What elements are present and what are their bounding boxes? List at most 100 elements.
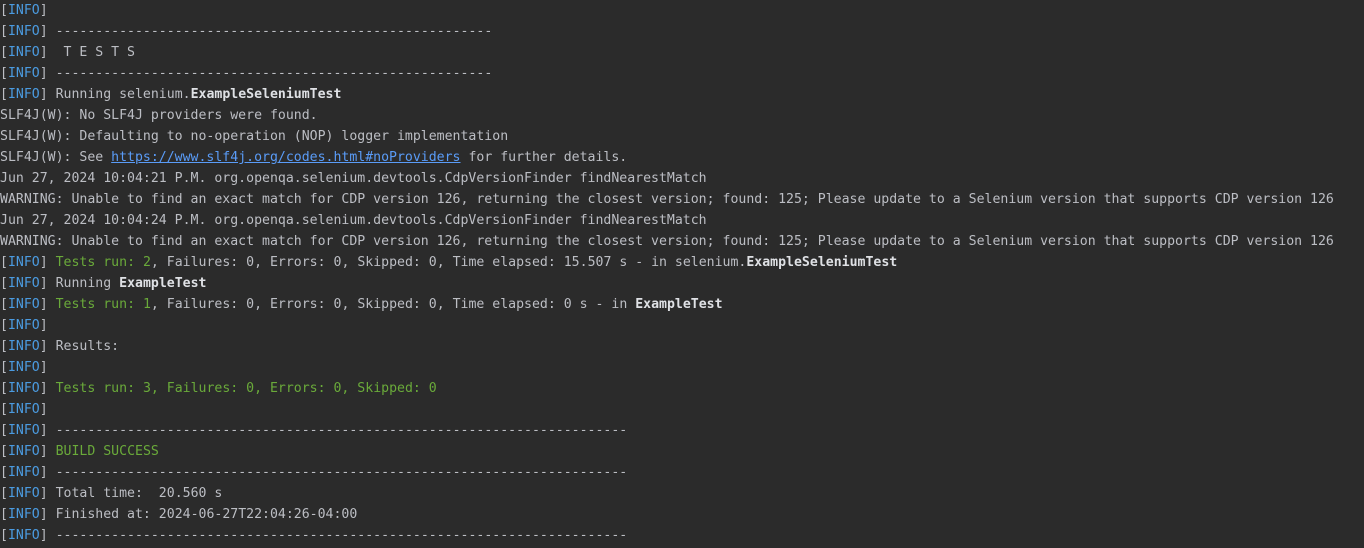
console-text: [ bbox=[0, 45, 8, 60]
console-text: ] bbox=[39, 444, 56, 459]
info-tag: INFO bbox=[7, 66, 40, 81]
console-text: , Failures: 0, Errors: 0, Skipped: 0, Ti… bbox=[150, 297, 636, 312]
console-text: ] --------------------------------------… bbox=[39, 423, 628, 438]
success-text: Tests run: 1 bbox=[55, 297, 151, 312]
console-text: ] --------------------------------------… bbox=[39, 528, 628, 543]
success-text: Tests run: 2 bbox=[55, 255, 151, 270]
console-line: WARNING: Unable to find an exact match f… bbox=[0, 231, 1364, 252]
console-line: WARNING: Unable to find an exact match f… bbox=[0, 189, 1364, 210]
console-text: ] bbox=[39, 297, 56, 312]
console-line: SLF4J(W): No SLF4J providers were found. bbox=[0, 105, 1364, 126]
console-text: ] bbox=[39, 318, 48, 333]
console-text: ] Running bbox=[39, 276, 120, 291]
info-tag: INFO bbox=[7, 360, 40, 375]
info-tag: INFO bbox=[7, 318, 40, 333]
console-line: [INFO] Running selenium.ExampleSeleniumT… bbox=[0, 84, 1364, 105]
info-tag: INFO bbox=[7, 423, 40, 438]
console-text: [ bbox=[0, 381, 8, 396]
console-text: SLF4J(W): See bbox=[0, 150, 112, 165]
console-text: [ bbox=[0, 3, 8, 18]
console-line: Jun 27, 2024 10:04:21 P.M. org.openqa.se… bbox=[0, 168, 1364, 189]
console-line: [INFO] bbox=[0, 399, 1364, 420]
console-text: ] bbox=[39, 381, 56, 396]
info-tag: INFO bbox=[7, 276, 40, 291]
console-text: ] Results: bbox=[39, 339, 120, 354]
console-output: [INFO] [INFO] ---------------------------… bbox=[0, 0, 1364, 548]
console-text: [ bbox=[0, 444, 8, 459]
info-tag: INFO bbox=[7, 255, 40, 270]
info-tag: INFO bbox=[7, 45, 40, 60]
console-line: [INFO] Running ExampleTest bbox=[0, 273, 1364, 294]
console-line: [INFO] bbox=[0, 357, 1364, 378]
console-text: ] Running selenium. bbox=[39, 87, 191, 102]
console-text: [ bbox=[0, 24, 8, 39]
console-line: [INFO] BUILD SUCCESS bbox=[0, 441, 1364, 462]
console-line: [INFO] Tests run: 1, Failures: 0, Errors… bbox=[0, 294, 1364, 315]
console-text: [ bbox=[0, 486, 8, 501]
info-tag: INFO bbox=[7, 24, 40, 39]
console-line: [INFO] Finished at: 2024-06-27T22:04:26-… bbox=[0, 504, 1364, 525]
console-text: ] --------------------------------------… bbox=[39, 24, 493, 39]
console-text: [ bbox=[0, 507, 8, 522]
console-line: [INFO] ---------------------------------… bbox=[0, 420, 1364, 441]
console-text: ] bbox=[39, 402, 48, 417]
console-line: [INFO] bbox=[0, 315, 1364, 336]
info-tag: INFO bbox=[7, 381, 40, 396]
console-text: [ bbox=[0, 255, 8, 270]
console-text: , Failures: 0, Errors: 0, Skipped: 0, Ti… bbox=[150, 255, 747, 270]
info-tag: INFO bbox=[7, 339, 40, 354]
console-line: [INFO] bbox=[0, 0, 1364, 21]
console-text: ] Total time: 20.560 s bbox=[39, 486, 223, 501]
console-text: [ bbox=[0, 402, 8, 417]
console-text: [ bbox=[0, 87, 8, 102]
console-line: [INFO] ---------------------------------… bbox=[0, 462, 1364, 483]
console-line: [INFO] ---------------------------------… bbox=[0, 63, 1364, 84]
test-class-name: ExampleSeleniumTest bbox=[746, 255, 898, 270]
console-text: [ bbox=[0, 276, 8, 291]
console-text: [ bbox=[0, 465, 8, 480]
console-line: SLF4J(W): See https://www.slf4j.org/code… bbox=[0, 147, 1364, 168]
console-text: WARNING: Unable to find an exact match f… bbox=[0, 192, 1334, 207]
console-text: [ bbox=[0, 66, 8, 81]
console-text: WARNING: Unable to find an exact match f… bbox=[0, 234, 1334, 249]
info-tag: INFO bbox=[7, 402, 40, 417]
console-text: [ bbox=[0, 360, 8, 375]
console-text: ] bbox=[39, 3, 48, 18]
console-text: SLF4J(W): No SLF4J providers were found. bbox=[0, 108, 318, 123]
console-text: [ bbox=[0, 297, 8, 312]
console-line: Jun 27, 2024 10:04:24 P.M. org.openqa.se… bbox=[0, 210, 1364, 231]
info-tag: INFO bbox=[7, 87, 40, 102]
console-text: ] bbox=[39, 255, 56, 270]
success-text: BUILD SUCCESS bbox=[55, 444, 159, 459]
test-class-name: ExampleTest bbox=[635, 297, 723, 312]
console-text: Jun 27, 2024 10:04:21 P.M. org.openqa.se… bbox=[0, 171, 707, 186]
info-tag: INFO bbox=[7, 528, 40, 543]
console-text: [ bbox=[0, 423, 8, 438]
info-tag: INFO bbox=[7, 3, 40, 18]
info-tag: INFO bbox=[7, 444, 40, 459]
console-line: [INFO] Tests run: 2, Failures: 0, Errors… bbox=[0, 252, 1364, 273]
console-line: SLF4J(W): Defaulting to no-operation (NO… bbox=[0, 126, 1364, 147]
console-line: [INFO] ---------------------------------… bbox=[0, 525, 1364, 546]
console-line: [INFO] Total time: 20.560 s bbox=[0, 483, 1364, 504]
info-tag: INFO bbox=[7, 465, 40, 480]
console-text: ] --------------------------------------… bbox=[39, 465, 628, 480]
console-text: ] Finished at: 2024-06-27T22:04:26-04:00 bbox=[39, 507, 358, 522]
console-text: [ bbox=[0, 528, 8, 543]
console-text: ] --------------------------------------… bbox=[39, 66, 493, 81]
providers-link[interactable]: https://www.slf4j.org/codes.html#noProvi… bbox=[111, 150, 460, 165]
console-text: for further details. bbox=[460, 150, 628, 165]
console-text: Jun 27, 2024 10:04:24 P.M. org.openqa.se… bbox=[0, 213, 707, 228]
info-tag: INFO bbox=[7, 297, 40, 312]
info-tag: INFO bbox=[7, 507, 40, 522]
console-text: ] T E S T S bbox=[39, 45, 135, 60]
success-text: Tests run: 3, Failures: 0, Errors: 0, Sk… bbox=[55, 381, 437, 396]
console-line: [INFO] Tests run: 3, Failures: 0, Errors… bbox=[0, 378, 1364, 399]
console-line: [INFO] T E S T S bbox=[0, 42, 1364, 63]
info-tag: INFO bbox=[7, 486, 40, 501]
console-text: ] bbox=[39, 360, 48, 375]
console-line: [INFO] Results: bbox=[0, 336, 1364, 357]
console-text: SLF4J(W): Defaulting to no-operation (NO… bbox=[0, 129, 509, 144]
console-line: [INFO] ---------------------------------… bbox=[0, 21, 1364, 42]
test-class-name: ExampleSeleniumTest bbox=[190, 87, 342, 102]
